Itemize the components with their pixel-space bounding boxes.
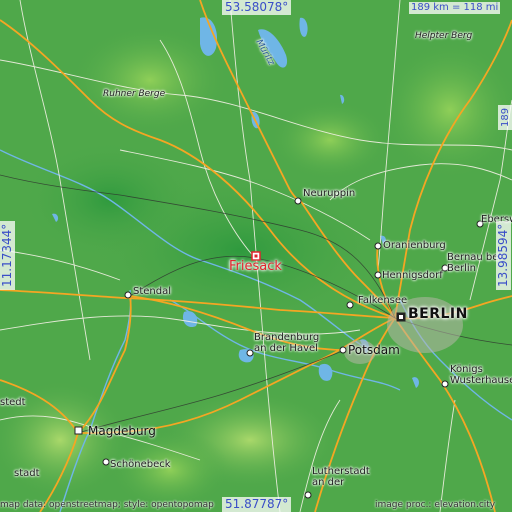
- town-dot-oranienburg: [374, 242, 382, 250]
- town-dot-lutherstadt: [304, 491, 312, 499]
- town-dot-stendal: [124, 291, 132, 299]
- label-stendal: Stendal: [133, 286, 172, 297]
- label-berlin: BERLIN: [408, 306, 468, 322]
- town-dot-potsdam: [339, 346, 347, 354]
- label-lutherstadt: Lutherstadt an der: [312, 466, 370, 488]
- label-magdeburg: Magdeburg: [88, 424, 156, 438]
- latitude-bottom: 51.87787°: [222, 497, 292, 512]
- latitude-top: 53.58078°: [222, 0, 292, 15]
- label-brandenburg: Brandenburg an der Havel: [254, 332, 320, 354]
- city-marker-magdeburg: [74, 426, 83, 435]
- town-dot-falkensee: [346, 301, 354, 309]
- label-koenigs-wusterhausen: Königs Wusterhausen: [450, 364, 512, 386]
- town-dot-hennigsdorf: [374, 271, 382, 279]
- upland: [270, 100, 390, 180]
- label-oranienburg: Oranienburg: [383, 240, 446, 251]
- label-hennigsdorf: Hennigsdorf: [382, 270, 443, 281]
- town-dot-schoenebeck: [102, 458, 110, 466]
- label-stadt-bottom: stadt: [14, 468, 40, 479]
- label-falkensee: Falkensee: [358, 295, 408, 306]
- scale-right: 189 km = 118 mi: [498, 104, 512, 130]
- label-potsdam: Potsdam: [348, 343, 400, 357]
- longitude-right: 13.98594°: [496, 220, 511, 290]
- upland: [110, 430, 230, 510]
- credit-image-proc: image proc.: elevation.city: [375, 500, 496, 510]
- label-target-city: Friesack: [229, 259, 282, 274]
- terrain-map: [0, 0, 512, 512]
- label-neuruppin: Neuruppin: [303, 188, 356, 199]
- town-dot-brandenburg: [246, 349, 254, 357]
- scale-top: 189 km = 118 mi: [409, 2, 501, 14]
- label-helpter-berg: Helpter Berg: [415, 31, 473, 41]
- label-schoenebeck: Schönebeck: [110, 459, 171, 470]
- town-dot-koenigs: [441, 380, 449, 388]
- longitude-left: 11.17344°: [0, 220, 15, 290]
- label-stadt-left: stedt: [0, 397, 26, 408]
- town-dot-neuruppin: [294, 197, 302, 205]
- label-ruhner-berge: Ruhner Berge: [103, 89, 166, 99]
- credit-map-data: map data: openstreetmap; style: opentopo…: [0, 500, 214, 510]
